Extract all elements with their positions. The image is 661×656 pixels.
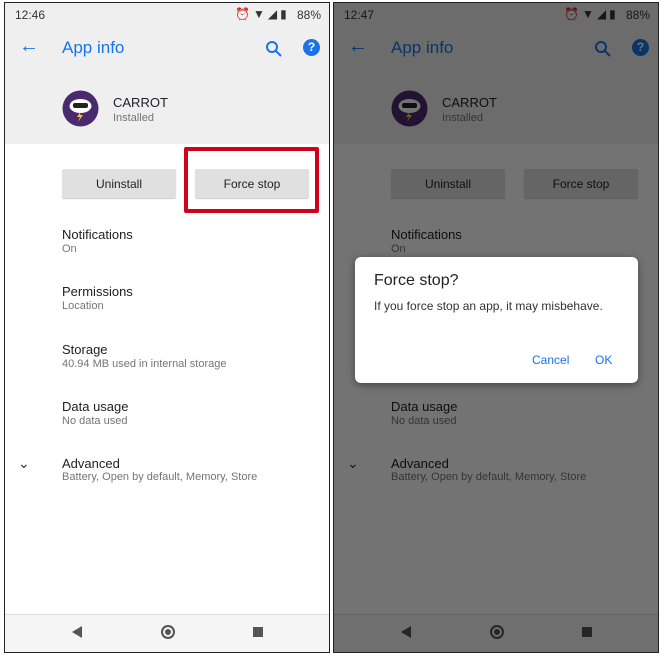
help-icon[interactable]: ?: [303, 39, 320, 56]
setting-subtitle: 40.94 MB used in internal storage: [62, 358, 227, 370]
status-icons: ⏰▼◢▮: [235, 7, 290, 21]
nav-back-icon[interactable]: [72, 626, 82, 638]
highlight-box: [184, 147, 319, 213]
setting-data-usage[interactable]: Data usage: [62, 399, 129, 414]
app-status: Installed: [113, 112, 154, 124]
uninstall-button[interactable]: Uninstall: [62, 169, 176, 198]
signal-icon: ◢: [267, 7, 281, 21]
setting-storage[interactable]: Storage: [62, 342, 108, 357]
app-name: CARROT: [113, 95, 168, 110]
cancel-button[interactable]: Cancel: [532, 353, 569, 367]
clock: 12:46: [15, 8, 46, 22]
setting-permissions[interactable]: Permissions: [62, 284, 133, 299]
phone-screen-2: 12:47 ⏰▼◢▮ 88% ← App info ? CARROT Insta…: [333, 2, 659, 653]
chevron-down-icon[interactable]: ⌄: [18, 455, 30, 472]
setting-subtitle: Battery, Open by default, Memory, Store: [62, 471, 258, 483]
setting-subtitle: Location: [62, 300, 104, 312]
back-arrow-icon[interactable]: ←: [19, 35, 39, 58]
nav-recents-icon[interactable]: [253, 627, 263, 637]
search-icon[interactable]: [265, 40, 283, 58]
wifi-icon: ▼: [252, 7, 268, 21]
battery-icon: ▮: [280, 7, 290, 21]
navigation-bar: [5, 614, 329, 652]
alarm-icon: ⏰: [235, 7, 253, 21]
setting-notifications[interactable]: Notifications: [62, 227, 133, 242]
status-bar: 12:46 ⏰▼◢▮ 88%: [5, 3, 329, 27]
setting-advanced[interactable]: Advanced: [62, 456, 120, 471]
nav-home-icon[interactable]: [161, 625, 175, 639]
battery-level: 88%: [297, 8, 322, 22]
dialog-title: Force stop?: [374, 272, 459, 289]
dialog-message: If you force stop an app, it may misbeha…: [374, 299, 603, 313]
setting-subtitle: No data used: [62, 415, 128, 427]
phone-screen-1: 12:46 ⏰▼◢▮ 88% ← App info ? CARROT Insta…: [4, 2, 330, 653]
page-title: App info: [62, 38, 125, 57]
app-icon: [62, 90, 99, 127]
ok-button[interactable]: OK: [595, 353, 612, 367]
setting-subtitle: On: [62, 243, 77, 255]
force-stop-dialog: Force stop? If you force stop an app, it…: [355, 257, 638, 383]
app-header: ← App info ? CARROT Installed: [5, 27, 329, 144]
